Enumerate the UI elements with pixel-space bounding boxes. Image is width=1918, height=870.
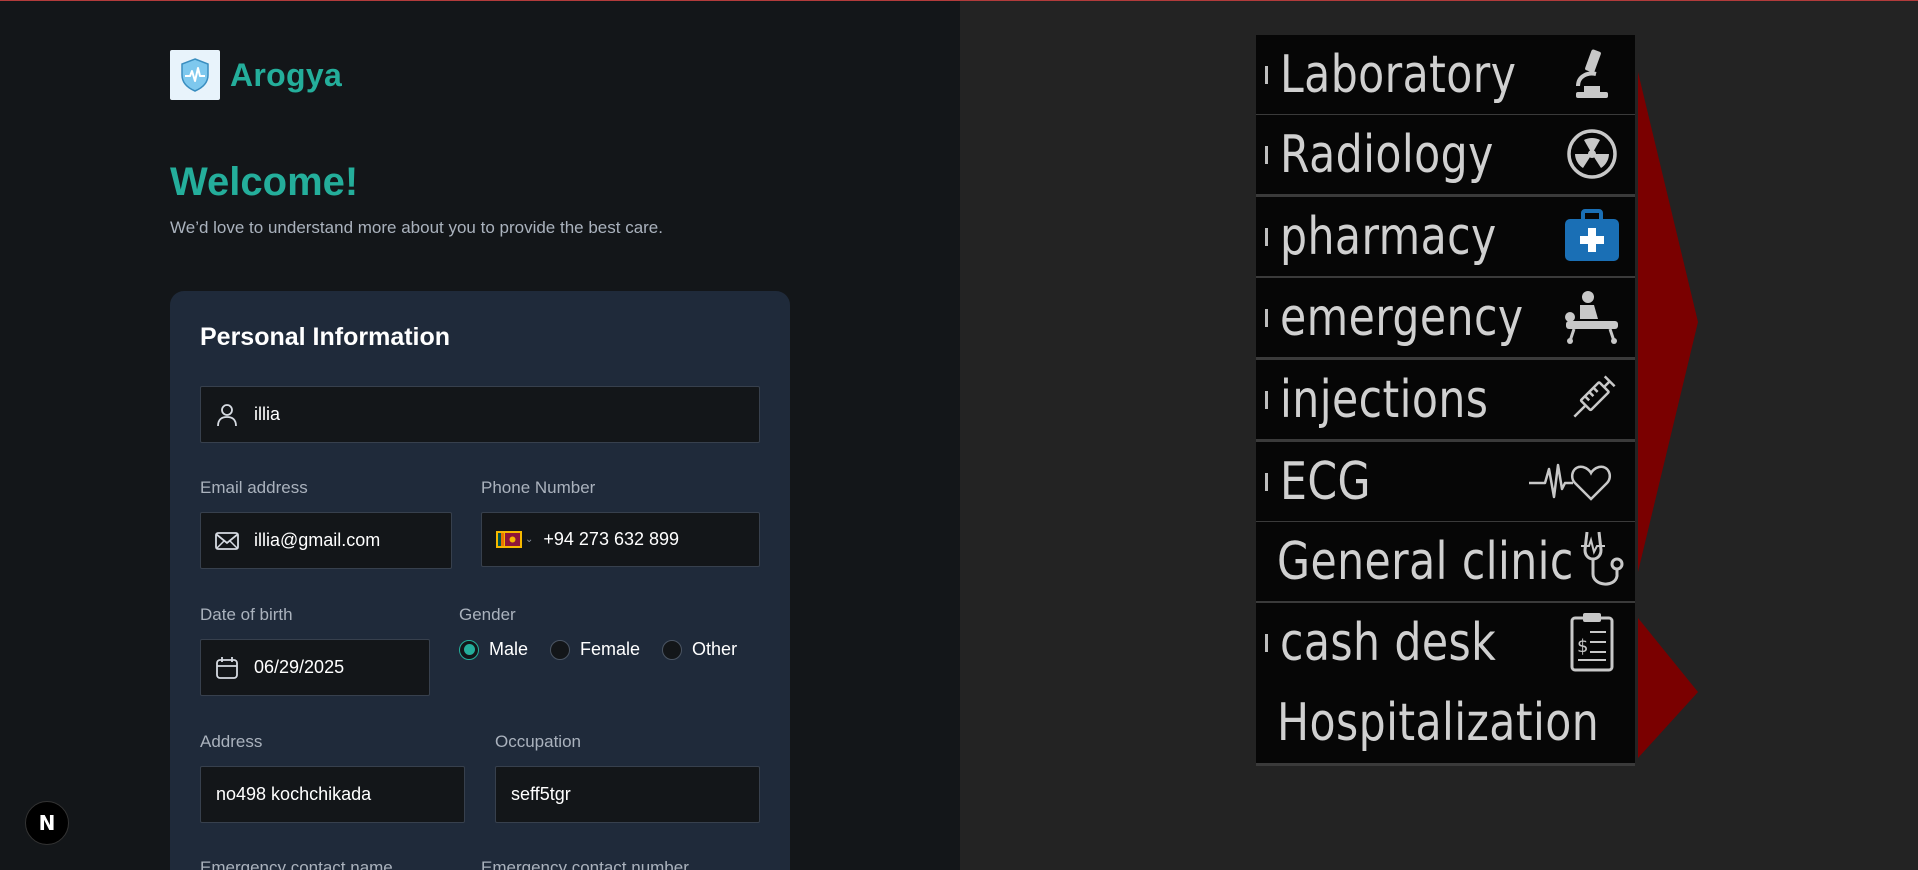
gender-label: Gender (459, 605, 516, 624)
full-name-value: illia (254, 404, 281, 424)
page-title: Welcome! (170, 160, 359, 204)
stethoscope-icon (1579, 530, 1629, 592)
sign-label: General clinic (1277, 531, 1574, 592)
email-value: illia@gmail.com (254, 530, 381, 550)
sign-label: emergency (1280, 287, 1524, 348)
radiation-icon (1561, 123, 1623, 185)
sign-pharmacy: pharmacy (1256, 197, 1635, 279)
sign-label: cash desk (1280, 612, 1497, 673)
onboarding-pane: Arogya Welcome! We’d love to understand … (0, 0, 960, 870)
gender-option-label: Male (489, 639, 529, 659)
emergency-contact-name-label: Emergency contact name (200, 858, 393, 870)
emergency-contact-number-label: Emergency contact number (481, 858, 689, 870)
address-label: Address (200, 732, 263, 751)
radio-selected[interactable] (459, 639, 479, 660)
syringe-icon (1561, 368, 1623, 430)
small-red-arrow (1638, 618, 1698, 758)
phone-field[interactable]: ⌄ +94 273 632 899 (481, 512, 760, 567)
sign-tick (1265, 227, 1268, 246)
dev-badge-label: N (38, 811, 56, 835)
sign-laboratory: Laboratory (1256, 35, 1635, 117)
sign-label: pharmacy (1280, 206, 1497, 267)
sign-tick (1265, 390, 1268, 409)
sign-tick (1265, 308, 1268, 327)
sign-ecg: ECG (1256, 442, 1635, 524)
gender-radio-group: Male Female Other (459, 639, 737, 660)
heartbeat-icon (1527, 450, 1623, 512)
dob-label: Date of birth (200, 605, 293, 624)
occupation-field[interactable]: seff5tgr (495, 766, 760, 823)
svg-text:$: $ (1577, 636, 1588, 657)
gender-option-label: Other (692, 639, 738, 659)
sign-label: injections (1280, 369, 1489, 430)
gender-option-label: Female (580, 639, 641, 659)
occupation-value: seff5tgr (511, 784, 571, 804)
sign-tick (1265, 145, 1268, 164)
hospital-signpost-image: Laboratory Radiology pharmacy emergency … (960, 0, 1918, 870)
stretcher-icon (1561, 286, 1623, 348)
email-field[interactable]: illia@gmail.com (200, 512, 452, 569)
radio-unselected[interactable] (662, 639, 683, 660)
address-field[interactable]: no498 kochchikada (200, 766, 465, 823)
mail-icon (214, 528, 240, 554)
gender-option-other[interactable]: Other (662, 639, 737, 660)
sign-general-clinic: General clinic (1256, 522, 1635, 604)
sign-tick (1265, 472, 1268, 491)
email-label: Email address (200, 478, 308, 497)
calendar-icon (214, 655, 240, 681)
brand[interactable]: Arogya (170, 50, 342, 100)
sign-label: Radiology (1280, 124, 1494, 185)
page-subtitle: We’d love to understand more about you t… (170, 218, 663, 237)
sign-label: Laboratory (1280, 44, 1517, 105)
user-icon (214, 402, 240, 428)
microscope-icon (1561, 43, 1623, 105)
sign-radiology: Radiology (1256, 115, 1635, 197)
address-value: no498 kochchikada (216, 784, 372, 804)
sign-emergency: emergency (1256, 278, 1635, 360)
radio-unselected[interactable] (550, 639, 571, 660)
top-border-line (0, 0, 1918, 1)
first-aid-kit-icon (1561, 205, 1623, 267)
shield-heartbeat-logo-icon (170, 50, 220, 100)
big-red-arrow (1638, 72, 1698, 572)
phone-value: +94 273 632 899 (543, 529, 680, 549)
sri-lanka-flag-icon[interactable] (496, 531, 522, 549)
sign-injections: injections (1256, 360, 1635, 442)
sign-tick (1265, 65, 1268, 84)
full-name-field[interactable]: illia (200, 386, 760, 443)
dob-value: 06/29/2025 (254, 657, 345, 677)
dob-field[interactable]: 06/29/2025 (200, 639, 430, 696)
gender-option-male[interactable]: Male (459, 639, 528, 660)
occupation-label: Occupation (495, 732, 581, 751)
sign-tick (1265, 633, 1268, 652)
phone-label: Phone Number (481, 478, 596, 497)
receipt-clipboard-icon: $ (1561, 611, 1623, 673)
sign-label: Hospitalization (1277, 692, 1600, 753)
sign-cash-desk: cash desk $ (1256, 603, 1635, 685)
personal-information-card: Personal Information illia Email address… (170, 291, 790, 870)
sign-label: ECG (1280, 451, 1371, 512)
section-title: Personal Information (200, 323, 451, 351)
brand-name: Arogya (230, 56, 343, 93)
gender-option-female[interactable]: Female (550, 639, 640, 660)
dev-tools-badge[interactable]: N (25, 801, 69, 845)
chevron-down-icon[interactable]: ⌄ (525, 534, 533, 545)
sign-hospitalization: Hospitalization (1256, 682, 1635, 766)
